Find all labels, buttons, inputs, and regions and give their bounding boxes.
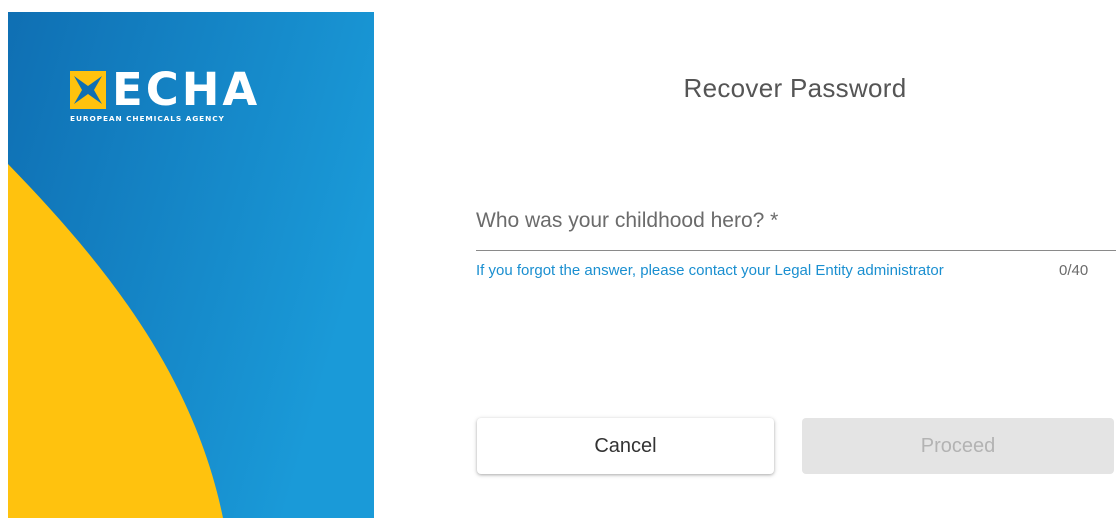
security-answer-input[interactable] [476,200,1116,252]
logo-tagline: EUROPEAN CHEMICALS AGENCY [70,114,225,123]
recover-password-page: ECHA EUROPEAN CHEMICALS AGENCY Recover P… [0,0,1116,518]
character-counter: 0/40 [1059,262,1089,279]
hint-text: If you forgot the answer, please contact… [476,262,944,279]
recover-form: Recover Password Who was your childhood … [374,0,1116,518]
security-answer-field[interactable]: Who was your childhood hero? * [476,200,1116,252]
echa-logo: ECHA EUROPEAN CHEMICALS AGENCY [68,63,288,129]
echa-star-mark-icon [70,71,106,109]
cancel-button[interactable]: Cancel [477,418,774,474]
page-title: Recover Password [683,73,907,103]
logo-wordmark: ECHA [112,63,261,116]
proceed-button[interactable]: Proceed [802,418,1114,474]
brand-panel: ECHA EUROPEAN CHEMICALS AGENCY [8,12,374,518]
